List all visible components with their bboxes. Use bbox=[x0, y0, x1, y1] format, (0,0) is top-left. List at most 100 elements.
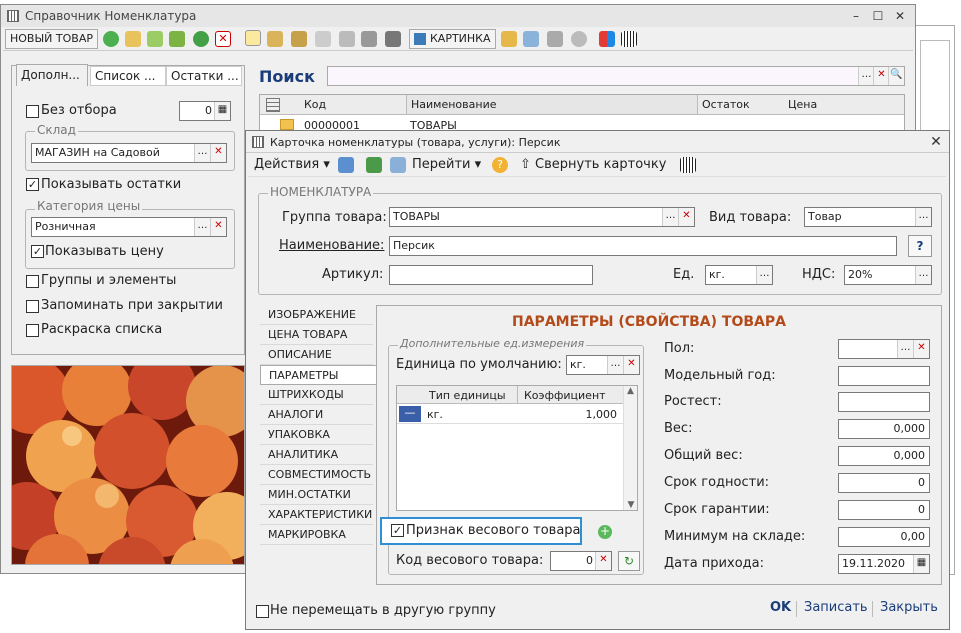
name-label[interactable]: Наименование: bbox=[279, 238, 384, 253]
goto-icon[interactable] bbox=[390, 157, 406, 173]
close-button[interactable]: Закрыть bbox=[880, 600, 938, 615]
units-table-scrollbar[interactable]: ▲ ▼ bbox=[623, 386, 637, 510]
prop-total-weight-field[interactable]: 0,000 bbox=[838, 446, 930, 466]
tree-view-icon[interactable] bbox=[245, 30, 261, 46]
select-button-icon[interactable]: … bbox=[607, 356, 623, 374]
clear-icon[interactable]: ✕ bbox=[210, 144, 226, 162]
search-input[interactable]: … ✕ 🔍 bbox=[327, 66, 905, 86]
tab-analytics[interactable]: АНАЛИТИКА bbox=[260, 445, 373, 465]
help-icon[interactable]: ? bbox=[492, 157, 508, 173]
prop-min-stock-field[interactable]: 0,00 bbox=[838, 527, 930, 547]
new-item-button[interactable]: НОВЫЙ ТОВАР bbox=[5, 29, 98, 49]
prop-arrival-date-field[interactable]: 19.11.2020 ▦ bbox=[838, 554, 930, 574]
tab-list[interactable]: Список ... bbox=[90, 66, 166, 86]
search-icon[interactable] bbox=[571, 31, 587, 47]
no-move-checkbox[interactable] bbox=[256, 605, 269, 618]
tab-parameters[interactable]: ПАРАМЕТРЫ bbox=[260, 365, 378, 385]
settings-icon[interactable] bbox=[361, 31, 377, 47]
groups-elements-checkbox[interactable] bbox=[26, 275, 39, 288]
prop-model-year-field[interactable] bbox=[838, 366, 930, 386]
col-price[interactable]: Цена bbox=[788, 98, 817, 111]
tab-compatibility[interactable]: СОВМЕСТИМОСТЬ bbox=[260, 465, 373, 485]
calendar-icon[interactable]: ▦ bbox=[913, 555, 929, 573]
move-icon[interactable] bbox=[523, 31, 539, 47]
prop-gender-field[interactable]: … ✕ bbox=[838, 339, 930, 359]
show-stock-checkbox[interactable]: ✓ bbox=[26, 178, 39, 191]
ok-button[interactable]: OK bbox=[770, 600, 791, 615]
hierarchy-icon[interactable] bbox=[267, 31, 283, 47]
prop-rostest-field[interactable] bbox=[838, 392, 930, 412]
default-unit-field[interactable]: кг.… ✕ bbox=[566, 355, 640, 375]
barcode-icon[interactable] bbox=[680, 157, 696, 173]
print-icon[interactable] bbox=[385, 31, 401, 47]
tab-marking[interactable]: МАРКИРОВКА bbox=[260, 525, 373, 545]
price-category-field[interactable]: Розничная… ✕ bbox=[31, 217, 227, 237]
card-close-icon[interactable]: ✕ bbox=[925, 133, 947, 151]
close-icon[interactable]: ✕ bbox=[889, 7, 911, 25]
prop-shelf-life-field[interactable]: 0 bbox=[838, 473, 930, 493]
search-clear-icon[interactable]: ✕ bbox=[873, 67, 889, 85]
select-button-icon[interactable]: … bbox=[915, 266, 931, 284]
weight-code-field[interactable]: 0 ✕ bbox=[550, 551, 612, 571]
add-folder-icon[interactable] bbox=[125, 31, 141, 47]
warehouse-field[interactable]: МАГАЗИН на Садовой… ✕ bbox=[31, 143, 227, 163]
barcode-icon[interactable] bbox=[621, 31, 637, 47]
help-button[interactable]: ? bbox=[908, 235, 932, 257]
select-button-icon[interactable]: … bbox=[194, 218, 210, 236]
article-field[interactable] bbox=[389, 265, 593, 285]
clear-icon[interactable]: ✕ bbox=[210, 218, 226, 236]
calculator-icon[interactable]: ▦ bbox=[214, 102, 230, 120]
name-field[interactable]: Персик bbox=[389, 236, 897, 256]
tab-price[interactable]: ЦЕНА ТОВАРА bbox=[260, 325, 373, 345]
reload-icon[interactable] bbox=[366, 157, 382, 173]
table-row[interactable]: — кг. 1,000 bbox=[397, 404, 623, 424]
tab-analogs[interactable]: АНАЛОГИ bbox=[260, 405, 373, 425]
select-button-icon[interactable]: … bbox=[194, 144, 210, 162]
regenerate-icon[interactable]: ↻ bbox=[618, 551, 640, 571]
tab-barcodes[interactable]: ШТРИХКОДЫ bbox=[260, 385, 373, 405]
tab-packaging[interactable]: УПАКОВКА bbox=[260, 425, 373, 445]
select-icon[interactable] bbox=[547, 31, 563, 47]
filter-list-icon[interactable] bbox=[291, 31, 307, 47]
col-stock[interactable]: Остаток bbox=[702, 98, 750, 111]
upload-icon[interactable] bbox=[501, 31, 517, 47]
search-go-icon[interactable]: 🔍 bbox=[888, 67, 904, 85]
group-field[interactable]: ТОВАРЫ… ✕ bbox=[389, 207, 695, 227]
refresh-icon[interactable] bbox=[193, 31, 209, 47]
filter-icon[interactable] bbox=[339, 31, 355, 47]
select-button-icon[interactable]: … bbox=[662, 208, 678, 226]
no-filter-checkbox[interactable] bbox=[26, 105, 39, 118]
delete-icon[interactable]: ✕ bbox=[215, 31, 231, 47]
tab-image[interactable]: ИЗОБРАЖЕНИЕ bbox=[260, 305, 373, 325]
col-unit-type[interactable]: Тип единицы bbox=[429, 389, 506, 402]
col-code[interactable]: Код bbox=[304, 98, 326, 111]
tab-min-stock[interactable]: МИН.ОСТАТКИ bbox=[260, 485, 373, 505]
filter-clear-icon[interactable] bbox=[315, 31, 331, 47]
select-button-icon[interactable]: … bbox=[897, 340, 913, 358]
add-weight-icon[interactable]: + bbox=[598, 525, 612, 539]
goto-menu[interactable]: Перейти ▾ bbox=[412, 157, 481, 172]
prop-weight-field[interactable]: 0,000 bbox=[838, 419, 930, 439]
col-coef[interactable]: Коэффициент bbox=[517, 386, 623, 404]
tab-additional[interactable]: Дополн... bbox=[16, 64, 88, 86]
clear-icon[interactable]: ✕ bbox=[623, 356, 639, 374]
save-close-icon[interactable] bbox=[338, 157, 354, 173]
vat-field[interactable]: 20%… bbox=[844, 265, 932, 285]
clear-icon[interactable]: ✕ bbox=[595, 552, 611, 570]
collapse-card-button[interactable]: ⇧ Свернуть карточку bbox=[520, 157, 666, 172]
weight-flag-checkbox[interactable]: ✓ bbox=[391, 524, 404, 537]
colors-icon[interactable] bbox=[599, 31, 615, 47]
add-icon[interactable] bbox=[103, 31, 119, 47]
clear-icon[interactable]: ✕ bbox=[678, 208, 694, 226]
search-select-icon[interactable]: … bbox=[858, 67, 874, 85]
tab-stock[interactable]: Остатки ... bbox=[166, 66, 242, 86]
no-filter-number[interactable]: 0 ▦ bbox=[179, 101, 231, 121]
maximize-icon[interactable]: ☐ bbox=[867, 7, 889, 25]
save-button[interactable]: Записать bbox=[804, 600, 868, 615]
clear-icon[interactable]: ✕ bbox=[913, 340, 929, 358]
minimize-icon[interactable]: – bbox=[845, 7, 867, 25]
edit-icon[interactable] bbox=[169, 31, 185, 47]
coloring-checkbox[interactable] bbox=[26, 324, 39, 337]
show-price-checkbox[interactable]: ✓ bbox=[31, 245, 44, 258]
select-button-icon[interactable]: … bbox=[915, 208, 931, 226]
